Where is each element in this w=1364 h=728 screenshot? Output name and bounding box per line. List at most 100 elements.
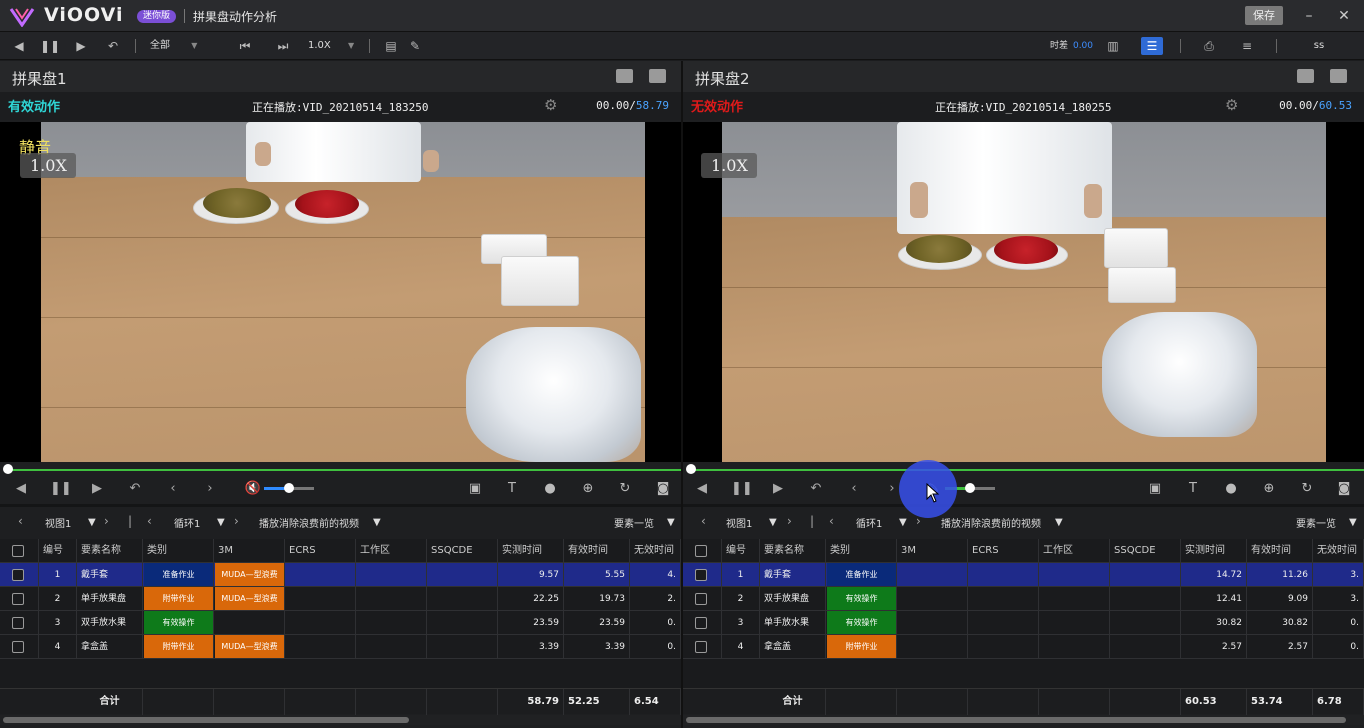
print-icon[interactable]: ⎙ bbox=[1200, 37, 1218, 55]
menu-icon[interactable]: ≡ bbox=[1238, 37, 1256, 55]
column-header[interactable]: SSQCDE bbox=[427, 539, 498, 563]
chevron-left-icon[interactable]: ‹ bbox=[164, 480, 182, 498]
minimize-icon[interactable]: – bbox=[1299, 6, 1319, 26]
filter-select[interactable]: 全部 ▼ bbox=[150, 37, 210, 55]
table-row[interactable]: 1 戴手套 准备作业 14.72 11.26 3. bbox=[683, 563, 1364, 587]
previous-icon[interactable]: ⏮ bbox=[236, 37, 254, 55]
select-all-checkbox[interactable] bbox=[12, 545, 24, 557]
camera-icon[interactable]: ◙ bbox=[1335, 480, 1353, 498]
text-icon[interactable]: T bbox=[1184, 480, 1202, 498]
scrollbar-thumb[interactable] bbox=[3, 717, 409, 723]
row-checkbox[interactable] bbox=[12, 617, 24, 629]
progress-track[interactable] bbox=[6, 469, 681, 471]
pause-icon[interactable]: ❚❚ bbox=[731, 480, 753, 498]
elements-list-tab[interactable]: 要素一览 bbox=[1296, 515, 1336, 530]
table-row[interactable]: 2 单手放果盘 附带作业 MUDA—型浪费 22.25 19.73 2. bbox=[0, 587, 681, 611]
row-checkbox[interactable] bbox=[12, 593, 24, 605]
speed-select[interactable]: 1.0X ▼ bbox=[308, 37, 358, 55]
export-icon[interactable]: ▣ bbox=[1146, 480, 1164, 498]
elements-list-tab[interactable]: 要素一览 bbox=[614, 515, 654, 530]
table-row[interactable]: 3 单手放水果 有效操作 30.82 30.82 0. bbox=[683, 611, 1364, 635]
refresh-icon[interactable]: ↻ bbox=[616, 480, 634, 498]
column-header[interactable]: SSQCDE bbox=[1110, 539, 1181, 563]
table-row[interactable]: 4 拿盒盖 附带作业 2.57 2.57 0. bbox=[683, 635, 1364, 659]
column-header[interactable]: ECRS bbox=[285, 539, 356, 563]
step-back-icon[interactable]: ◀ bbox=[12, 480, 30, 498]
chevron-left-icon[interactable]: ‹ bbox=[701, 514, 706, 528]
column-header[interactable]: 无效时间 bbox=[630, 539, 681, 563]
next-icon[interactable]: ⏭ bbox=[274, 37, 292, 55]
pause-icon[interactable]: ❚❚ bbox=[40, 37, 60, 55]
export-icon[interactable]: ▣ bbox=[466, 480, 484, 498]
select-all-checkbox[interactable] bbox=[695, 545, 707, 557]
progress-track[interactable] bbox=[689, 469, 1364, 471]
row-checkbox[interactable] bbox=[12, 641, 24, 653]
column-header[interactable]: 3M bbox=[897, 539, 968, 563]
video-file-icon[interactable] bbox=[649, 69, 666, 83]
column-header[interactable]: 无效时间 bbox=[1313, 539, 1364, 563]
volume-slider[interactable] bbox=[264, 483, 314, 493]
volume-handle[interactable] bbox=[284, 483, 294, 493]
column-header[interactable]: 编号 bbox=[722, 539, 760, 563]
column-header[interactable]: 有效时间 bbox=[1247, 539, 1313, 563]
horizontal-scrollbar[interactable] bbox=[0, 715, 681, 725]
video-view[interactable]: 1.0X bbox=[683, 122, 1364, 462]
gear-icon[interactable]: ⚙ bbox=[1225, 97, 1241, 113]
volume-handle[interactable] bbox=[965, 483, 975, 493]
playback-select[interactable]: 播放消除浪费前的视频 bbox=[941, 515, 1041, 530]
camera-icon[interactable]: ◙ bbox=[654, 480, 672, 498]
chevron-right-icon[interactable]: › bbox=[787, 514, 792, 528]
view-select[interactable]: 视图1 bbox=[45, 515, 71, 530]
scrollbar-thumb[interactable] bbox=[686, 717, 1346, 723]
loop-select[interactable]: 循环1 bbox=[856, 515, 882, 530]
loop-select[interactable]: 循环1 bbox=[174, 515, 200, 530]
column-header[interactable]: 编号 bbox=[39, 539, 77, 563]
close-icon[interactable]: ✕ bbox=[1334, 6, 1354, 26]
horizontal-scrollbar[interactable] bbox=[683, 715, 1364, 725]
text-icon[interactable]: T bbox=[503, 480, 521, 498]
chevron-right-icon[interactable]: › bbox=[201, 480, 219, 498]
chevron-right-icon[interactable]: › bbox=[234, 514, 239, 528]
column-header[interactable]: 3M bbox=[214, 539, 285, 563]
playback-select[interactable]: 播放消除浪费前的视频 bbox=[259, 515, 359, 530]
column-header[interactable]: 要素名称 bbox=[77, 539, 143, 563]
add-icon[interactable]: ⊕ bbox=[579, 480, 597, 498]
row-checkbox[interactable] bbox=[12, 569, 24, 581]
table-row[interactable]: 1 戴手套 准备作业 MUDA—型浪费 9.57 5.55 4. bbox=[0, 563, 681, 587]
progress-handle[interactable] bbox=[686, 464, 696, 474]
undo-icon[interactable]: ↶ bbox=[126, 480, 144, 498]
column-header[interactable]: 实测时间 bbox=[1181, 539, 1247, 563]
chevron-left-icon[interactable]: ‹ bbox=[829, 514, 834, 528]
video-view[interactable]: 静音 1.0X bbox=[0, 122, 681, 462]
table-row[interactable]: 4 拿盒盖 附带作业 MUDA—型浪费 3.39 3.39 0. bbox=[0, 635, 681, 659]
chevron-left-icon[interactable]: ‹ bbox=[147, 514, 152, 528]
video-progress[interactable] bbox=[0, 462, 681, 474]
stack-layout-icon[interactable]: ☰ bbox=[1141, 37, 1163, 55]
pause-icon[interactable]: ❚❚ bbox=[50, 480, 72, 498]
progress-handle[interactable] bbox=[3, 464, 13, 474]
column-header[interactable]: 有效时间 bbox=[564, 539, 630, 563]
table-row[interactable]: 2 双手放果盘 有效操作 12.41 9.09 3. bbox=[683, 587, 1364, 611]
column-header[interactable]: 工作区 bbox=[1039, 539, 1110, 563]
folder-icon[interactable] bbox=[1297, 69, 1314, 83]
row-checkbox[interactable] bbox=[695, 641, 707, 653]
row-checkbox[interactable] bbox=[695, 569, 707, 581]
play-icon[interactable]: ▶ bbox=[769, 480, 787, 498]
microphone-icon[interactable]: ● bbox=[1222, 480, 1240, 498]
table-row[interactable]: 3 双手放水果 有效操作 23.59 23.59 0. bbox=[0, 611, 681, 635]
column-header[interactable]: ECRS bbox=[968, 539, 1039, 563]
mute-icon[interactable]: 🔇 bbox=[244, 480, 262, 498]
gear-icon[interactable]: ⚙ bbox=[544, 97, 560, 113]
step-back-icon[interactable]: ◀ bbox=[10, 37, 28, 55]
save-button[interactable]: 保存 bbox=[1245, 6, 1283, 25]
column-header[interactable]: 要素名称 bbox=[760, 539, 826, 563]
play-icon[interactable]: ▶ bbox=[72, 37, 90, 55]
video-progress[interactable] bbox=[683, 462, 1364, 474]
column-header[interactable]: 工作区 bbox=[356, 539, 427, 563]
refresh-icon[interactable]: ↻ bbox=[1298, 480, 1316, 498]
row-checkbox[interactable] bbox=[695, 617, 707, 629]
step-back-icon[interactable]: ◀ bbox=[693, 480, 711, 498]
comment-icon[interactable]: ▤ bbox=[382, 37, 400, 55]
column-header[interactable]: 类别 bbox=[826, 539, 897, 563]
user-name[interactable]: ss bbox=[1306, 37, 1332, 55]
